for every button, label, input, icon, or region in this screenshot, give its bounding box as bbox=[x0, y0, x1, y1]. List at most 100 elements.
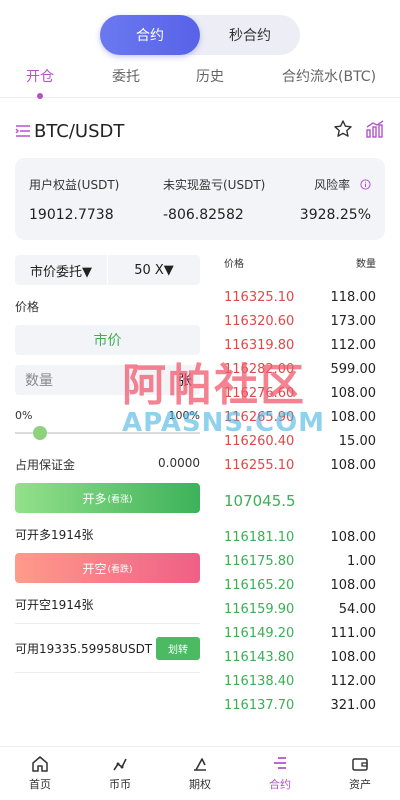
nav-home[interactable]: 首页 bbox=[0, 747, 80, 800]
bid-row[interactable]: 116143.80 108.00 bbox=[224, 645, 376, 669]
ask-row[interactable]: 116265.90 108.00 bbox=[224, 405, 376, 429]
ask-qty: 108.00 bbox=[330, 385, 377, 401]
info-icon[interactable] bbox=[360, 178, 371, 193]
order-book-header: 价格 数量 bbox=[224, 255, 376, 270]
risk-value: 3928.25% bbox=[299, 207, 371, 223]
bid-qty: 1.00 bbox=[347, 553, 376, 569]
tab-orders[interactable]: 委托 bbox=[112, 66, 140, 86]
ask-price: 116320.60 bbox=[224, 313, 295, 329]
menu-switch-icon[interactable] bbox=[15, 124, 31, 138]
nav-home-label: 首页 bbox=[29, 778, 51, 791]
ask-row[interactable]: 116282.00 599.00 bbox=[224, 357, 376, 381]
bid-row[interactable]: 116137.70 321.00 bbox=[224, 693, 376, 717]
quantity-slider[interactable] bbox=[15, 426, 200, 440]
ask-row[interactable]: 116320.60 173.00 bbox=[224, 309, 376, 333]
open-short-sub: (看跌) bbox=[107, 564, 133, 575]
pair-header: BTC/USDT bbox=[15, 118, 385, 144]
nav-contract[interactable]: 合约 bbox=[240, 747, 320, 800]
nav-assets[interactable]: 资产 bbox=[320, 747, 400, 800]
bid-row[interactable]: 116149.20 111.00 bbox=[224, 621, 376, 645]
tab-contract-flow[interactable]: 合约流水(BTC) bbox=[282, 66, 376, 86]
star-icon[interactable] bbox=[333, 119, 353, 143]
bid-price: 116149.20 bbox=[224, 625, 295, 641]
quantity-placeholder: 数量 bbox=[25, 373, 53, 389]
nav-assets-label: 资产 bbox=[349, 778, 371, 791]
bid-price: 116181.10 bbox=[224, 529, 295, 545]
open-short-label: 开空 bbox=[82, 561, 107, 576]
nav-options[interactable]: 期权 bbox=[160, 747, 240, 800]
ask-row[interactable]: 116255.10 108.00 bbox=[224, 453, 376, 477]
bid-row[interactable]: 116165.20 108.00 bbox=[224, 573, 376, 597]
bid-price: 116165.20 bbox=[224, 577, 295, 593]
bid-price: 116175.80 bbox=[224, 553, 295, 569]
leverage-select[interactable]: 50 X▼ bbox=[107, 255, 200, 285]
open-short-button[interactable]: 开空 (看跌) bbox=[15, 553, 200, 583]
nav-contract-label: 合约 bbox=[269, 778, 291, 791]
contract-type-switch: 合约 秒合约 bbox=[100, 15, 300, 55]
ask-row[interactable]: 116276.60 108.00 bbox=[224, 381, 376, 405]
bid-qty: 54.00 bbox=[338, 601, 376, 617]
quantity-field[interactable]: 数量 张 bbox=[15, 365, 200, 395]
ask-row[interactable]: 116325.10 118.00 bbox=[224, 285, 376, 309]
order-type-select[interactable]: 市价委托▼ bbox=[15, 255, 107, 285]
bid-row[interactable]: 116138.40 112.00 bbox=[224, 669, 376, 693]
wallet-icon bbox=[352, 758, 368, 771]
ask-row[interactable]: 116319.80 112.00 bbox=[224, 333, 376, 357]
segment-second-contract[interactable]: 秒合约 bbox=[200, 15, 300, 55]
ask-qty: 599.00 bbox=[330, 361, 377, 377]
open-long-sub: (看涨) bbox=[107, 494, 133, 505]
ob-qty-header: 数量 bbox=[356, 259, 376, 270]
last-price: 107045.5 bbox=[224, 492, 296, 510]
bid-row[interactable]: 116175.80 1.00 bbox=[224, 549, 376, 573]
bid-qty: 108.00 bbox=[330, 577, 377, 593]
bids-list: 116181.10 108.00 116175.80 1.00 116165.20 1… bbox=[224, 525, 376, 717]
risk-label-text: 风险率 bbox=[314, 178, 351, 192]
equity-label: 用户权益(USDT) bbox=[29, 178, 120, 192]
ask-row[interactable]: 116260.40 15.00 bbox=[224, 429, 376, 453]
slider-max: 100% bbox=[168, 409, 200, 422]
risk-label: 风险率 bbox=[314, 176, 371, 193]
slider-handle[interactable] bbox=[33, 426, 47, 440]
asks-list: 116325.10 118.00 116320.60 173.00 116319.8… bbox=[224, 285, 376, 477]
margin-row: 占用保证金 0.0000 bbox=[15, 456, 200, 473]
bid-price: 116143.80 bbox=[224, 649, 295, 665]
ask-price: 116319.80 bbox=[224, 337, 295, 353]
home-icon bbox=[32, 756, 48, 772]
bottom-nav: 首页 币币 期权 合约 资产 bbox=[0, 746, 400, 800]
pnl-label: 未实现盈亏(USDT) bbox=[163, 178, 266, 192]
options-icon bbox=[194, 758, 206, 771]
pair-name[interactable]: BTC/USDT bbox=[34, 121, 124, 142]
can-open-short: 可开空1914张 bbox=[15, 598, 94, 612]
ask-price: 116260.40 bbox=[224, 433, 295, 449]
slider-min: 0% bbox=[15, 409, 33, 422]
tab-history[interactable]: 历史 bbox=[196, 66, 224, 86]
open-long-button[interactable]: 开多 (看涨) bbox=[15, 483, 200, 513]
ask-qty: 108.00 bbox=[330, 409, 377, 425]
price-field[interactable]: 市价 bbox=[15, 325, 200, 355]
bid-qty: 321.00 bbox=[330, 697, 377, 713]
open-long-label: 开多 bbox=[82, 491, 107, 506]
ask-price: 116255.10 bbox=[224, 457, 295, 473]
ask-price: 116265.90 bbox=[224, 409, 295, 425]
bid-price: 116159.90 bbox=[224, 601, 295, 617]
bid-qty: 108.00 bbox=[330, 529, 377, 545]
nav-spot[interactable]: 币币 bbox=[80, 747, 160, 800]
bid-qty: 111.00 bbox=[330, 625, 377, 641]
spot-icon bbox=[113, 758, 127, 771]
tab-open-position[interactable]: 开仓 bbox=[26, 66, 54, 99]
ask-price: 116282.00 bbox=[224, 361, 295, 377]
available-balance: 可用19335.59958USDT bbox=[15, 642, 153, 656]
ask-qty: 108.00 bbox=[330, 457, 377, 473]
nav-options-label: 期权 bbox=[189, 778, 211, 791]
transfer-button[interactable]: 划转 bbox=[156, 637, 200, 660]
price-label: 价格 bbox=[15, 300, 40, 314]
margin-label: 占用保证金 bbox=[15, 458, 76, 472]
chart-icon[interactable] bbox=[365, 119, 385, 143]
bid-qty: 112.00 bbox=[330, 673, 377, 689]
segment-contract[interactable]: 合约 bbox=[100, 15, 200, 55]
bid-row[interactable]: 116181.10 108.00 bbox=[224, 525, 376, 549]
bid-row[interactable]: 116159.90 54.00 bbox=[224, 597, 376, 621]
margin-value: 0.0000 bbox=[158, 456, 200, 470]
account-stats-card: 用户权益(USDT) 19012.7738 未实现盈亏(USDT) -806.8… bbox=[15, 158, 385, 240]
ask-qty: 118.00 bbox=[330, 289, 377, 305]
